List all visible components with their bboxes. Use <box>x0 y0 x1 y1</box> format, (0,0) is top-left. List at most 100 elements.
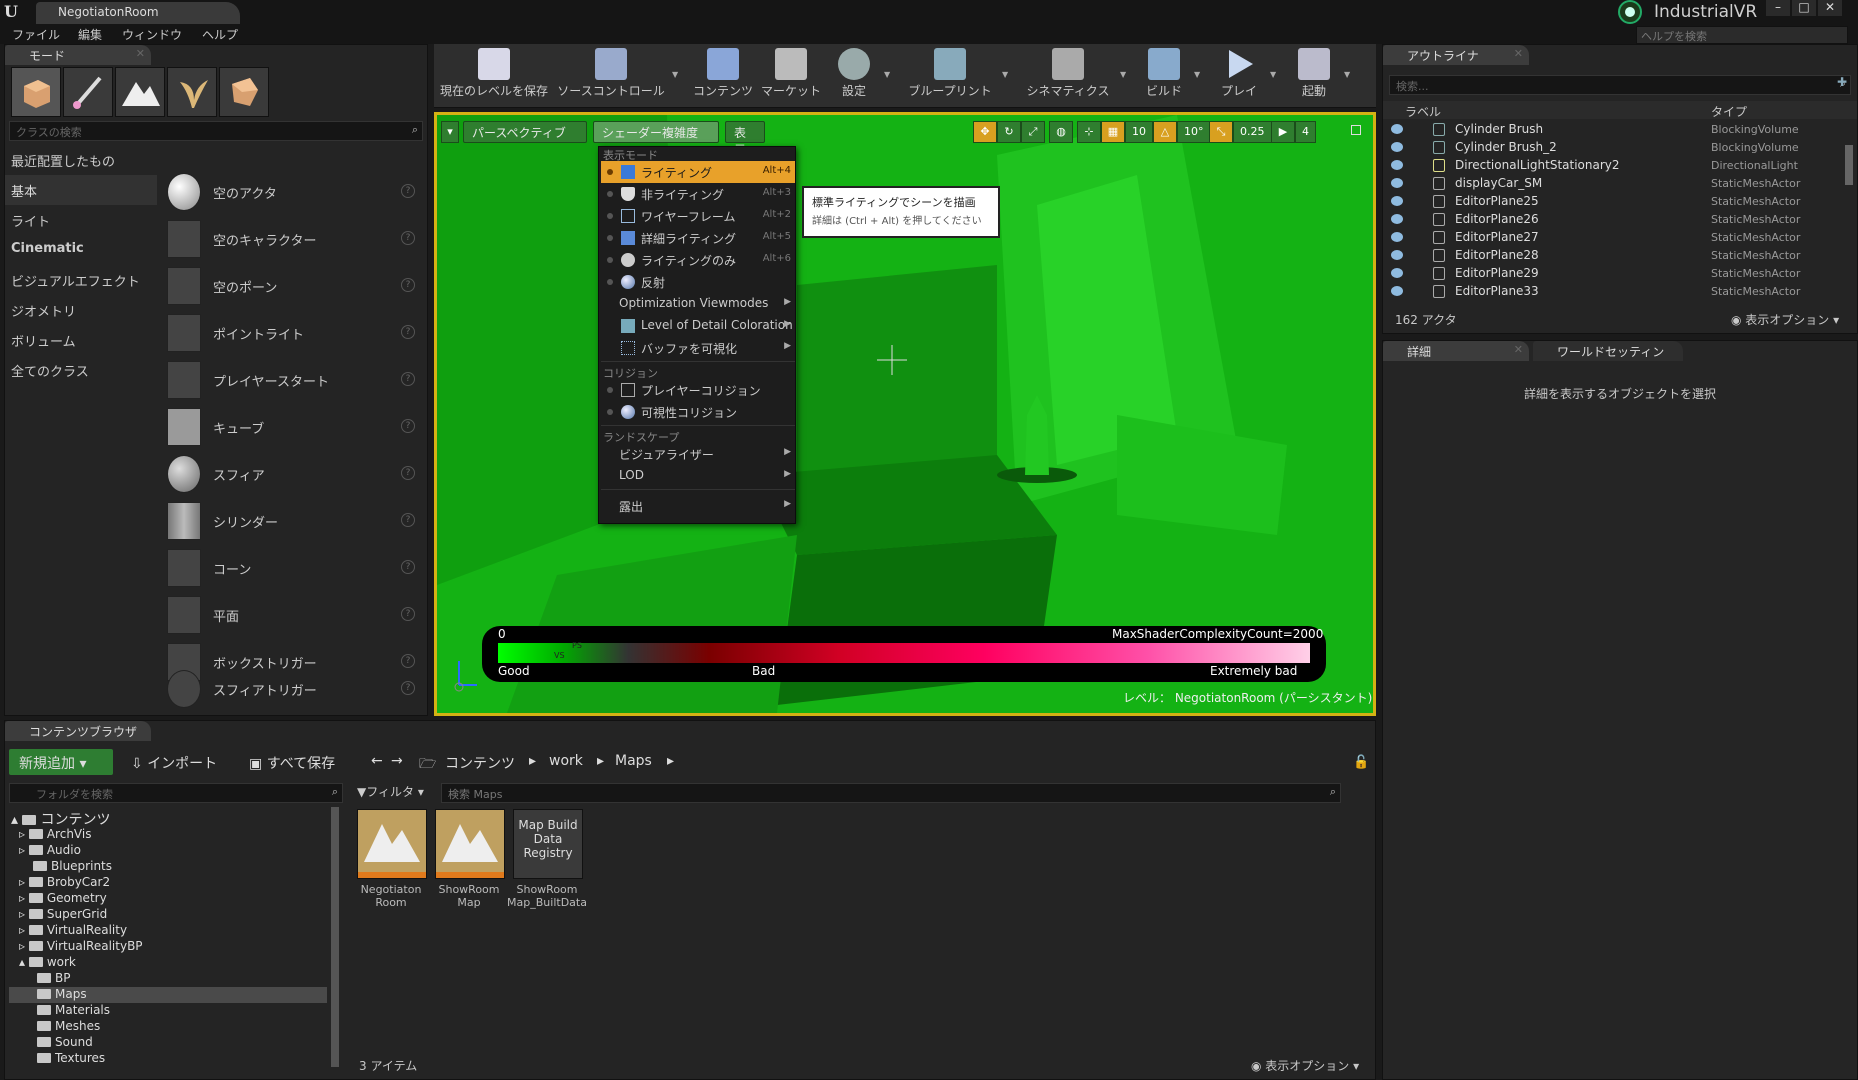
tree-item[interactable]: BP <box>37 971 70 987</box>
outliner-row[interactable]: EditorPlane29 StaticMeshActor <box>1383 265 1843 283</box>
eye-icon[interactable] <box>1391 250 1403 260</box>
outliner-tab[interactable]: アウトライナ ✕ <box>1383 45 1529 65</box>
menu-file[interactable]: ファイル <box>12 26 60 43</box>
tree-item[interactable]: ▹ VirtualReality <box>19 923 127 939</box>
menu-lighting-only[interactable]: ライティングのみ Alt+6 <box>601 249 795 271</box>
blueprints-button[interactable]: ブループリント <box>902 48 998 106</box>
tree-scrollbar[interactable] <box>331 807 339 1067</box>
help-icon[interactable]: ? <box>401 681 415 695</box>
category-cinematic[interactable]: Cinematic <box>5 235 157 265</box>
content-view-options[interactable]: ◉ 表示オプション ▾ <box>1251 1057 1359 1074</box>
paint-mode-button[interactable] <box>63 67 113 117</box>
menu-visualizer[interactable]: ビジュアライザー ▶ <box>601 443 795 465</box>
place-item-empty-actor[interactable]: 空のアクタ? <box>159 169 423 216</box>
forward-button[interactable]: → <box>381 749 413 775</box>
place-item-plane[interactable]: 平面? <box>159 592 423 639</box>
show-button[interactable]: 表示 <box>725 121 765 157</box>
scale-icon[interactable]: ⤢ <box>1021 121 1045 143</box>
source-control-button[interactable]: ソースコントロール <box>554 48 668 106</box>
tree-item[interactable]: Meshes <box>37 1019 100 1035</box>
translate-icon[interactable]: ✥ <box>973 121 997 143</box>
category-all-classes[interactable]: 全てのクラス <box>5 355 157 385</box>
rotation-snap-value[interactable]: 10° <box>1177 121 1211 143</box>
help-icon[interactable]: ? <box>401 325 415 339</box>
outliner-scrollbar[interactable] <box>1845 145 1853 185</box>
chevron-down-icon[interactable]: ▼ <box>1194 70 1200 79</box>
tree-item[interactable]: ▹ BrobyCar2 <box>19 875 110 891</box>
breadcrumb-content[interactable]: コンテンツ <box>435 749 525 775</box>
help-search-input[interactable]: ヘルプを検索 <box>1636 26 1848 44</box>
world-local-icon[interactable]: ◍ <box>1049 121 1073 143</box>
place-item-cone[interactable]: コーン? <box>159 545 423 592</box>
place-item-point-light[interactable]: ポイントライト? <box>159 310 423 357</box>
column-label[interactable]: ラベル <box>1405 103 1441 120</box>
menu-lit[interactable]: ライティング Alt+4 <box>601 161 795 183</box>
tree-item[interactable]: Sound <box>37 1035 93 1051</box>
rotate-icon[interactable]: ↻ <box>997 121 1021 143</box>
category-visual-effects[interactable]: ビジュアルエフェクト <box>5 265 157 295</box>
close-icon[interactable]: ✕ <box>1514 47 1523 60</box>
close-icon[interactable]: ✕ <box>136 47 145 60</box>
eye-icon[interactable] <box>1391 232 1403 242</box>
build-button[interactable]: ビルド <box>1138 48 1190 106</box>
category-basic[interactable]: 基本 <box>5 175 157 205</box>
play-button[interactable]: プレイ <box>1212 48 1266 106</box>
viewport-options-button[interactable]: ▾ <box>441 121 459 143</box>
lock-icon[interactable]: 🔓 <box>1353 755 1369 770</box>
add-new-button[interactable]: 新規追加 ▾ <box>9 749 113 775</box>
menu-edit[interactable]: 編集 <box>78 26 102 43</box>
geometry-edit-mode-button[interactable] <box>219 67 269 117</box>
menu-reflections[interactable]: 反射 <box>601 271 795 293</box>
menu-visualize-buffer[interactable]: バッファを可視化 ▶ <box>601 337 795 359</box>
category-volumes[interactable]: ボリューム <box>5 325 157 355</box>
chevron-down-icon[interactable]: ▼ <box>672 70 678 79</box>
tree-item[interactable]: ▹ ArchVis <box>19 827 91 843</box>
outliner-row[interactable]: EditorPlane27 StaticMeshActor <box>1383 229 1843 247</box>
scale-snap-icon[interactable]: ⤡ <box>1209 121 1233 143</box>
menu-detail-lighting[interactable]: 詳細ライティング Alt+5 <box>601 227 795 249</box>
landscape-mode-button[interactable] <box>115 67 165 117</box>
place-item-empty-pawn[interactable]: 空のポーン? <box>159 263 423 310</box>
help-icon[interactable]: ? <box>401 560 415 574</box>
tree-item[interactable]: ▹ SuperGrid <box>19 907 107 923</box>
menu-unlit[interactable]: 非ライティング Alt+3 <box>601 183 795 205</box>
import-button[interactable]: ⇩ インポート <box>121 749 231 775</box>
outliner-row[interactable]: EditorPlane25 StaticMeshActor <box>1383 193 1843 211</box>
menu-wireframe[interactable]: ワイヤーフレーム Alt+2 <box>601 205 795 227</box>
chevron-down-icon[interactable]: ▼ <box>1002 70 1008 79</box>
filter-button[interactable]: ▼フィルタ ▾ <box>357 783 433 803</box>
grid-snap-icon[interactable]: ▦ <box>1101 121 1125 143</box>
details-tab[interactable]: 詳細 ✕ <box>1383 341 1529 361</box>
chevron-down-icon[interactable]: ▼ <box>1120 70 1126 79</box>
outliner-row[interactable]: Cylinder Brush_2 BlockingVolume <box>1383 139 1843 157</box>
outliner-row[interactable]: Cylinder Brush BlockingVolume <box>1383 121 1843 139</box>
tree-item[interactable]: ▴ work <box>19 955 76 971</box>
asset-negotiaton-room[interactable] <box>357 809 427 879</box>
eye-icon[interactable] <box>1391 214 1403 224</box>
camera-speed-value[interactable]: 4 <box>1295 121 1316 143</box>
view-mode-button[interactable]: シェーダー複雑度 <box>593 121 719 143</box>
minimize-button[interactable]: – <box>1766 0 1790 16</box>
place-item-empty-character[interactable]: 空のキャラクター? <box>159 216 423 263</box>
tree-item[interactable]: Blueprints <box>33 859 112 875</box>
help-icon[interactable]: ? <box>401 419 415 433</box>
help-icon[interactable]: ? <box>401 278 415 292</box>
help-icon[interactable]: ? <box>401 372 415 386</box>
add-filter-icon[interactable]: ✚ <box>1837 75 1853 93</box>
launch-button[interactable]: 起動 <box>1288 48 1340 106</box>
menu-help[interactable]: ヘルプ <box>202 26 238 43</box>
content-browser-tab[interactable]: コンテンツブラウザ <box>5 721 151 741</box>
tree-item[interactable]: ▹ Audio <box>19 843 81 859</box>
place-item-player-start[interactable]: プレイヤースタート? <box>159 357 423 404</box>
tree-item[interactable]: Materials <box>37 1003 110 1019</box>
menu-window[interactable]: ウィンドウ <box>122 26 182 43</box>
menu-player-collision[interactable]: プレイヤーコリジョン <box>601 379 795 401</box>
outliner-view-options[interactable]: ◉ 表示オプション ▾ <box>1731 311 1839 328</box>
menu-visibility-collision[interactable]: 可視性コリジョン <box>601 401 795 423</box>
menu-exposure[interactable]: 露出 ▶ <box>601 495 795 517</box>
asset-showroom-map-builtdata[interactable]: Map Build Data Registry <box>513 809 583 879</box>
outliner-row[interactable]: displayCar_SM StaticMeshActor <box>1383 175 1843 193</box>
eye-icon[interactable] <box>1391 160 1403 170</box>
menu-lod-coloration[interactable]: Level of Detail Coloration ▶ <box>601 315 795 337</box>
chevron-right-icon[interactable]: ▸ <box>657 749 684 775</box>
